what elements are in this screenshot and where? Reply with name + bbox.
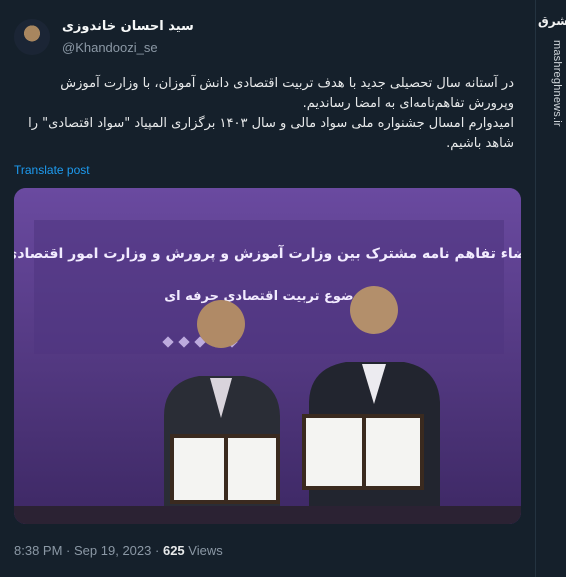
right-document <box>302 414 424 490</box>
tweet-text: در آستانه سال تحصیلی جدید با هدف تربیت ا… <box>24 74 514 154</box>
avatar[interactable] <box>14 19 50 55</box>
translate-post-link[interactable]: Translate post <box>14 163 90 177</box>
photo-image: مراسم امضاء تفاهم نامه مشترک بین وزارت آ… <box>14 188 521 524</box>
banner-line2: موضوع تربیت اقتصادی حرفه ای <box>164 289 370 304</box>
tweet-timestamp: 8:38 PM · Sep 19, 2023 · 625 Views <box>14 543 223 558</box>
tweet-text-line2: امیدوارم امسال جشنواره ملی سواد مالی و س… <box>28 116 514 151</box>
separator: · <box>66 543 71 558</box>
watermark-url: mashreghnews.ir <box>551 40 563 127</box>
tweet-time[interactable]: 8:38 PM <box>14 543 62 558</box>
left-document <box>170 434 280 504</box>
tweet-card: سید احسان خاندوزی @Khandoozi_se در آستان… <box>0 0 536 577</box>
views-count: 625 <box>162 543 185 558</box>
separator: · <box>155 543 160 558</box>
watermark-strip: مشرق mashreghnews.ir <box>535 0 566 577</box>
tweet-text-line1: در آستانه سال تحصیلی جدید با هدف تربیت ا… <box>60 76 514 111</box>
banner-line1: مراسم امضاء تفاهم نامه مشترک بین وزارت آ… <box>14 244 521 262</box>
watermark-logo: مشرق <box>538 14 566 28</box>
tweet-date[interactable]: Sep 19, 2023 <box>74 543 151 558</box>
views-label: Views <box>188 543 223 558</box>
author-name[interactable]: سید احسان خاندوزی <box>62 19 194 34</box>
tweet-photo[interactable]: مراسم امضاء تفاهم نامه مشترک بین وزارت آ… <box>14 188 521 524</box>
author-handle[interactable]: @Khandoozi_se <box>62 40 158 55</box>
